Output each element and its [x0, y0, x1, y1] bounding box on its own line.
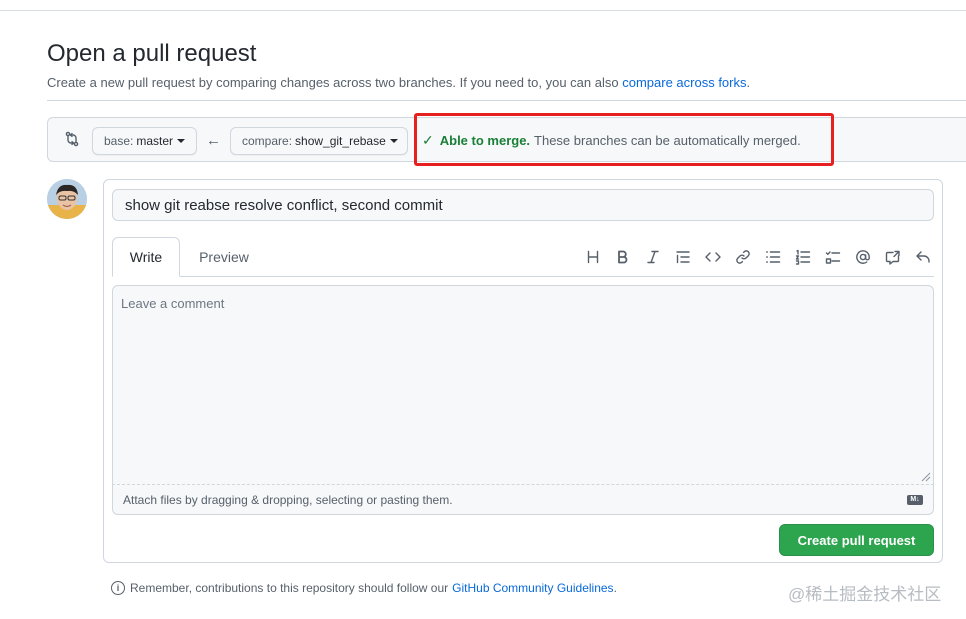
contribution-note-end: .	[613, 581, 617, 595]
task-list-icon[interactable]	[822, 246, 844, 268]
highlight-annotation-box	[414, 113, 834, 166]
subtitle-end: .	[746, 75, 751, 90]
top-divider	[0, 10, 966, 11]
contribution-note: i Remember, contributions to this reposi…	[111, 581, 617, 595]
cross-reference-icon[interactable]	[882, 246, 904, 268]
caret-down-icon	[177, 139, 186, 143]
arrow-left-icon: ←	[206, 132, 221, 149]
bold-icon[interactable]	[612, 246, 634, 268]
base-prefix: base:	[104, 134, 134, 148]
pull-request-composer: Write Preview	[103, 179, 943, 563]
caret-down-icon	[389, 139, 398, 143]
compare-prefix: compare:	[242, 134, 293, 148]
watermark: @稀土掘金技术社区	[788, 585, 942, 604]
reply-icon[interactable]	[912, 246, 934, 268]
resize-handle-icon[interactable]	[921, 472, 931, 482]
base-branch-name: master	[136, 134, 174, 148]
title-divider	[47, 100, 966, 101]
subtitle-text: Create a new pull request by comparing c…	[47, 75, 619, 90]
community-guidelines-link[interactable]: GitHub Community Guidelines	[452, 581, 613, 595]
compare-branch-select[interactable]: compare: show_git_rebase	[230, 127, 408, 155]
page-subtitle: Create a new pull request by comparing c…	[47, 75, 750, 90]
heading-icon[interactable]	[582, 246, 604, 268]
tab-preview[interactable]: Preview	[188, 237, 260, 277]
italic-icon[interactable]	[642, 246, 664, 268]
file-attachment-bar[interactable]: Attach files by dragging & dropping, sel…	[112, 485, 934, 515]
code-icon[interactable]	[702, 246, 724, 268]
pr-title-input[interactable]	[112, 189, 934, 221]
comment-textarea[interactable]	[112, 285, 934, 485]
avatar[interactable]	[47, 179, 87, 219]
page-title: Open a pull request	[47, 40, 257, 67]
base-branch-select[interactable]: base: master	[92, 127, 197, 155]
git-compare-icon	[65, 131, 79, 147]
create-pull-request-button[interactable]: Create pull request	[779, 524, 934, 556]
mention-icon[interactable]	[852, 246, 874, 268]
link-icon[interactable]	[732, 246, 754, 268]
quote-icon[interactable]	[672, 246, 694, 268]
markdown-toolbar	[582, 246, 934, 268]
unordered-list-icon[interactable]	[762, 246, 784, 268]
avatar-image	[47, 179, 87, 219]
compare-branch-name: show_git_rebase	[295, 134, 386, 148]
tab-write[interactable]: Write	[112, 237, 180, 277]
ordered-list-icon[interactable]	[792, 246, 814, 268]
info-icon: i	[111, 581, 125, 595]
markdown-icon[interactable]: M↓	[907, 494, 923, 505]
attach-files-text: Attach files by dragging & dropping, sel…	[123, 492, 453, 507]
contribution-note-text: Remember, contributions to this reposito…	[130, 581, 449, 595]
compare-across-forks-link[interactable]: compare across forks	[622, 75, 746, 90]
